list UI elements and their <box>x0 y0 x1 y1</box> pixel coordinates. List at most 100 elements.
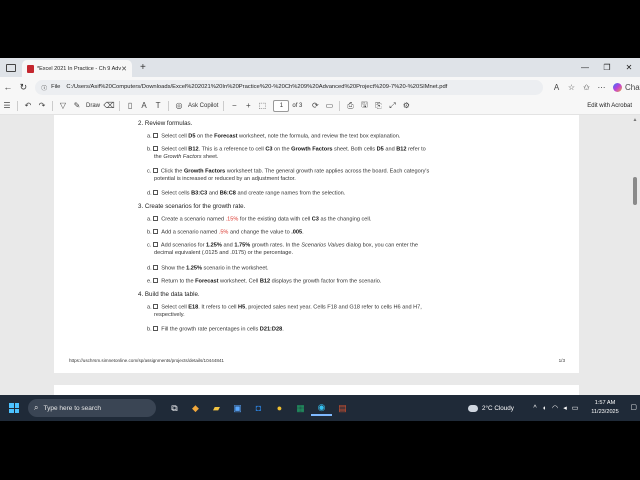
system-tray: ^ ◐ ◠ ◂ ▭ <box>530 395 580 421</box>
zoom-out-icon[interactable]: − <box>227 101 241 110</box>
ask-copilot-button[interactable]: Ask Copilot <box>188 103 218 109</box>
taskbar-clock[interactable]: 1:57 AM 11/23/2025 <box>585 399 625 416</box>
outlook-icon[interactable]: ◘ <box>248 400 269 416</box>
refresh-icon[interactable]: ↻ <box>16 82 32 93</box>
page-number-input[interactable]: 1 <box>273 99 290 112</box>
print-icon[interactable]: ⎙ <box>343 101 357 111</box>
address-bar-actions: A ☆ ✩ ⋯ Chat <box>549 82 640 92</box>
wifi-icon[interactable]: ◠ <box>550 404 560 412</box>
checkbox[interactable] <box>153 133 159 138</box>
browser-tab[interactable]: *Excel 2021 In Practice - Ch 9 Adv ✕ <box>22 60 132 77</box>
draw-button[interactable]: Draw <box>86 103 100 109</box>
volume-icon[interactable]: ◂ <box>560 404 570 412</box>
highlight-icon[interactable]: ▽ <box>56 101 70 110</box>
page-view-icon[interactable]: ▯ <box>123 101 137 110</box>
close-window-icon[interactable]: ✕ <box>618 58 640 77</box>
read-aloud-icon[interactable]: A <box>137 101 151 110</box>
scroll-up-icon[interactable]: ▲ <box>632 117 638 123</box>
favorite-icon[interactable]: ☆ <box>564 83 579 92</box>
battery-icon[interactable]: ▭ <box>570 404 580 412</box>
section-heading: 4. Build the data table. <box>138 291 200 298</box>
read-aloud-icon[interactable]: A <box>549 83 564 92</box>
list-item: b. Fill the growth rate percentages in c… <box>147 326 284 333</box>
redo-icon[interactable]: ↷ <box>35 101 49 110</box>
contents-icon[interactable]: ☰ <box>0 101 14 110</box>
info-icon: ⓘ <box>41 85 48 92</box>
scrollbar-thumb[interactable] <box>633 177 637 205</box>
minimize-icon[interactable]: — <box>574 58 596 77</box>
copilot-icon[interactable] <box>613 82 623 92</box>
list-item: e. Return to the Forecast worksheet. Cel… <box>147 278 382 285</box>
save-icon[interactable]: 🖫 <box>357 99 371 113</box>
show-hidden-icons-icon[interactable]: ^ <box>530 405 540 412</box>
save-as-icon[interactable]: ⎘ <box>371 101 385 111</box>
pdf-viewport[interactable]: 2. Review formulas. a. Select cell D5 on… <box>0 115 640 421</box>
chrome-icon[interactable]: ● <box>269 400 290 416</box>
taskbar: ⌕ Type here to search ⧉ ◆ ▰ ▣ ◘ ● ▦ ◉ ▤ … <box>0 395 640 421</box>
checkbox[interactable] <box>152 168 158 173</box>
pdf-toolbar: ☰ ↶ ↷ ▽ ✎ Draw ⌫ ▯ A T ◎ Ask Copilot − +… <box>0 97 640 115</box>
maximize-icon[interactable]: ❐ <box>596 58 618 77</box>
tab-title: *Excel 2021 In Practice - Ch 9 Adv <box>37 65 122 72</box>
back-icon[interactable]: ← <box>0 82 16 92</box>
new-tab-icon[interactable]: + <box>140 62 146 73</box>
extensions-icon[interactable]: ⋯ <box>594 83 609 92</box>
zoom-in-icon[interactable]: + <box>241 101 255 110</box>
divider <box>168 100 170 111</box>
copilot-app-icon[interactable]: ◆ <box>185 400 206 416</box>
rotate-icon[interactable]: ⟳ <box>308 101 322 110</box>
store-icon[interactable]: ▣ <box>227 400 248 416</box>
powerpoint-icon[interactable]: ▤ <box>332 400 353 416</box>
divider <box>339 100 341 111</box>
vertical-scrollbar[interactable]: ▲ <box>632 117 638 417</box>
window-menu-icon[interactable] <box>6 63 16 72</box>
settings-icon[interactable]: ⚙ <box>399 101 413 110</box>
checkbox[interactable] <box>153 190 159 195</box>
copilot-search-icon[interactable]: ◎ <box>172 101 186 110</box>
eraser-icon[interactable]: ⌫ <box>102 101 116 110</box>
text-icon[interactable]: T <box>151 101 165 110</box>
divider <box>52 100 53 111</box>
search-icon: ⌕ <box>34 403 39 412</box>
taskbar-search-input[interactable]: ⌕ Type here to search <box>28 399 156 417</box>
checkbox[interactable] <box>153 229 159 234</box>
network-icon[interactable]: ◐ <box>540 405 550 412</box>
close-tab-icon[interactable]: ✕ <box>121 65 127 73</box>
clock-time: 1:57 AM <box>594 400 616 406</box>
view-icon[interactable]: ▭ <box>322 101 336 110</box>
url-field[interactable]: ⓘ File C:/Users/Asif%20Computers/Downloa… <box>35 79 544 95</box>
file-label: File <box>51 84 61 90</box>
fit-page-icon[interactable]: ⬚ <box>255 101 269 110</box>
notifications-icon[interactable]: ▢ <box>630 403 637 411</box>
file-explorer-icon[interactable]: ▰ <box>206 400 227 416</box>
undo-icon[interactable]: ↶ <box>21 101 35 110</box>
pdf-page: 2. Review formulas. a. Select cell D5 on… <box>54 115 579 373</box>
windows-start-icon[interactable] <box>9 403 19 413</box>
footer-url: https://uschrsm.simnetonline.com/sp/assi… <box>69 358 224 363</box>
list-item-continuation: the Growth Factors sheet. <box>154 154 219 160</box>
list-item-continuation: decimal equivalent (.0125 and .0175) or … <box>154 250 294 256</box>
list-item: d. Show the 1.25% scenario in the worksh… <box>147 265 269 272</box>
checkbox[interactable] <box>153 278 159 283</box>
list-item: c. Add scenarios for 1.25% and 1.75% gro… <box>147 242 418 249</box>
window-controls: — ❐ ✕ <box>574 58 640 77</box>
draw-pen-icon[interactable]: ✎ <box>70 101 84 110</box>
checkbox[interactable] <box>153 265 159 270</box>
browser-tab-bar: *Excel 2021 In Practice - Ch 9 Adv ✕ + —… <box>0 58 640 77</box>
favorites-icon[interactable]: ✩ <box>579 83 594 92</box>
fullscreen-icon[interactable]: ⤢ <box>385 101 399 111</box>
checkbox[interactable] <box>153 304 159 309</box>
chat-button[interactable]: Chat <box>625 83 640 92</box>
excel-icon[interactable]: ▦ <box>290 400 311 416</box>
edit-with-acrobat-button[interactable]: Edit with Acrobat <box>587 103 632 109</box>
checkbox[interactable] <box>153 216 159 221</box>
weather-widget[interactable]: 2°C Cloudy <box>468 395 514 421</box>
checkbox[interactable] <box>152 242 158 247</box>
task-view-icon[interactable]: ⧉ <box>164 400 185 416</box>
checkbox[interactable] <box>153 326 159 331</box>
edge-icon[interactable]: ◉ <box>311 400 332 416</box>
list-item: a. Select cell E18. It refers to cell H5… <box>147 304 422 311</box>
checkbox[interactable] <box>153 146 159 151</box>
list-item: b. Select cell B12. This is a reference … <box>147 146 426 153</box>
section-heading: 3. Create scenarios for the growth rate. <box>138 203 246 210</box>
